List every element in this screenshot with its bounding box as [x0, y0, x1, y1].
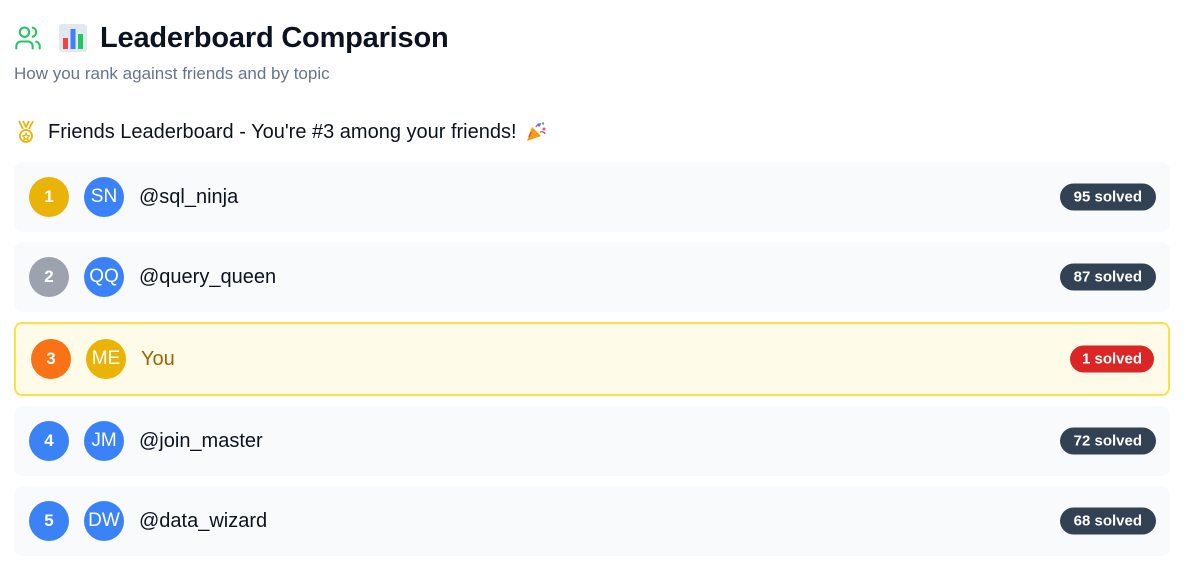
- rank-badge: 4: [29, 421, 69, 461]
- solved-count-badge: 87 solved: [1059, 263, 1156, 291]
- friends-section-heading: Friends Leaderboard - You're #3 among yo…: [14, 118, 1170, 146]
- solved-count-badge: 95 solved: [1059, 183, 1156, 211]
- avatar: QQ: [84, 257, 124, 297]
- avatar: DW: [84, 501, 124, 541]
- page-title: Leaderboard Comparison: [100, 21, 449, 54]
- leaderboard-row[interactable]: 5 DW @data_wizard 68 solved: [14, 486, 1170, 556]
- username: @sql_ninja: [139, 185, 239, 208]
- avatar: ME: [86, 339, 126, 379]
- rank-badge: 1: [29, 177, 69, 217]
- party-popper-icon: [525, 121, 547, 143]
- solved-count-badge: 72 solved: [1059, 427, 1156, 455]
- username: @query_queen: [139, 265, 277, 288]
- users-icon: [14, 24, 42, 52]
- bar-chart-icon: [58, 23, 88, 53]
- medal-icon: [14, 119, 38, 145]
- rank-badge: 5: [29, 501, 69, 541]
- solved-count-badge: 1 solved: [1069, 345, 1154, 373]
- username: @data_wizard: [139, 509, 268, 532]
- leaderboard-row[interactable]: 2 QQ @query_queen 87 solved: [14, 242, 1170, 312]
- page-header: Leaderboard Comparison: [14, 18, 1170, 58]
- rank-badge: 2: [29, 257, 69, 297]
- friends-section-title: Friends Leaderboard - You're #3 among yo…: [48, 120, 517, 143]
- leaderboard-row[interactable]: 4 JM @join_master 72 solved: [14, 406, 1170, 476]
- avatar: SN: [84, 177, 124, 217]
- leaderboard-row[interactable]: 1 SN @sql_ninja 95 solved: [14, 162, 1170, 232]
- friends-leaderboard-list: 1 SN @sql_ninja 95 solved 2 QQ @query_qu…: [14, 162, 1170, 556]
- page-subtitle: How you rank against friends and by topi…: [14, 64, 330, 83]
- leaderboard-row-current-user[interactable]: 3 ME You 1 solved: [14, 322, 1170, 396]
- username: You: [141, 347, 175, 370]
- rank-badge: 3: [31, 339, 71, 379]
- solved-count-badge: 68 solved: [1059, 507, 1156, 535]
- username: @join_master: [139, 429, 263, 452]
- leaderboard-page: Leaderboard Comparison How you rank agai…: [14, 18, 1170, 566]
- avatar: JM: [84, 421, 124, 461]
